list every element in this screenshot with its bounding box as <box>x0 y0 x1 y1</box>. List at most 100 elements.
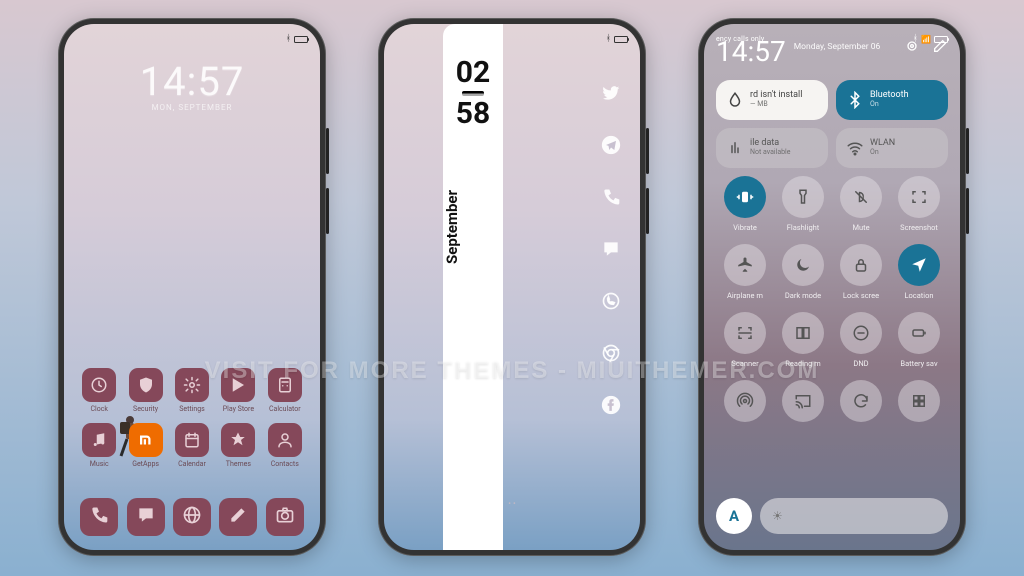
app-themes[interactable]: Themes <box>215 423 261 468</box>
shortcut-phone[interactable] <box>600 188 622 210</box>
dock-browser[interactable] <box>173 498 211 536</box>
calendar-icon <box>175 423 209 457</box>
toggle-subtitle: — MB <box>750 101 802 109</box>
shortcut-twitter[interactable] <box>600 84 622 106</box>
toggle-bluetooth[interactable]: BluetoothOn <box>836 80 948 120</box>
clock-widget: 02 58 <box>443 58 503 129</box>
status-bar: ᚼ <box>396 32 628 46</box>
page-indicator-icon: • • <box>384 499 640 508</box>
app-contacts[interactable]: Contacts <box>262 423 308 468</box>
dock-notes[interactable] <box>219 498 257 536</box>
quick-toggle-label: Lock scree <box>843 291 879 300</box>
quick-toggle-battery[interactable]: Battery sav <box>890 312 948 368</box>
app-label: Clock <box>90 405 107 413</box>
quick-toggle-label: Screenshot <box>900 223 938 232</box>
data-icon <box>726 139 744 157</box>
status-bar: ᚼ <box>76 32 308 46</box>
quick-toggle-screenshot[interactable]: Screenshot <box>890 176 948 232</box>
quick-toggle-airplane[interactable]: Airplane m <box>716 244 774 300</box>
quick-toggle-reading[interactable]: Reading m <box>774 312 832 368</box>
bluetooth-icon <box>846 91 864 109</box>
themes-icon <box>221 423 255 457</box>
dock-messaging[interactable] <box>127 498 165 536</box>
toggle-data[interactable]: ile dataNot available <box>716 128 828 168</box>
quick-toggle-label: Mute <box>852 223 869 232</box>
quick-toggle-lock[interactable]: Lock scree <box>832 244 890 300</box>
quick-toggle-darkmode[interactable]: Dark mode <box>774 244 832 300</box>
quick-toggle-label: Battery sav <box>900 359 937 368</box>
battery-icon <box>898 312 940 354</box>
shield-icon <box>129 368 163 402</box>
auto-brightness-button[interactable]: A <box>716 498 752 534</box>
dock-phone[interactable] <box>80 498 118 536</box>
quick-toggle-sync[interactable] <box>832 380 890 427</box>
edit-icon[interactable] <box>932 38 948 54</box>
brightness-slider[interactable] <box>760 498 948 534</box>
quick-toggle-scanner[interactable]: Scanner <box>716 312 774 368</box>
phone-lockscreen: ᚼ 02 58 September • • <box>378 18 646 556</box>
shortcut-chrome[interactable] <box>600 344 622 366</box>
phone-icon <box>601 187 621 211</box>
darkmode-icon <box>782 244 824 286</box>
app-clock[interactable]: Clock <box>76 368 122 413</box>
calc-icon <box>268 368 302 402</box>
quick-toggle-label: Airplane m <box>727 291 763 300</box>
control-center[interactable]: ency calls only ᚼ 📶 14:57 Monday, Septem… <box>704 24 960 550</box>
app-music[interactable]: Music <box>76 423 122 468</box>
quick-toggle-more[interactable] <box>890 380 948 427</box>
app-label: Music <box>90 460 109 468</box>
shortcut-telegram[interactable] <box>600 136 622 158</box>
app-play-store[interactable]: Play Store <box>215 368 261 413</box>
toggle-drop[interactable]: rd isn't install— MB <box>716 80 828 120</box>
clock-date: MON, SEPTEMBER <box>64 103 320 112</box>
shortcut-messages[interactable] <box>600 240 622 262</box>
quick-toggle-hotspot[interactable] <box>716 380 774 427</box>
shortcut-whatsapp[interactable] <box>600 292 622 314</box>
pencil-icon <box>228 505 248 529</box>
contacts-icon <box>268 423 302 457</box>
brightness-row: A <box>716 498 948 534</box>
location-icon <box>898 244 940 286</box>
settings-shortcut-icon[interactable] <box>904 38 920 54</box>
mute-icon <box>840 176 882 218</box>
quick-toggle-dnd[interactable]: DND <box>832 312 890 368</box>
quick-toggle-label: Reading m <box>785 359 821 368</box>
wifi-icon <box>846 139 864 157</box>
message-icon <box>601 239 621 263</box>
lockscreen[interactable]: ᚼ 02 58 September • • <box>384 24 640 550</box>
lock-icon <box>840 244 882 286</box>
cast-icon <box>782 380 824 422</box>
toggle-wifi[interactable]: WLANOn <box>836 128 948 168</box>
app-grid: Clock Security Settings Play Store Calculato… <box>64 368 320 468</box>
app-label: Calculator <box>269 405 301 413</box>
dock <box>64 498 320 536</box>
lockscreen-shortcuts <box>600 84 622 418</box>
scanner-icon <box>724 312 766 354</box>
quick-toggle-flashlight[interactable]: Flashlight <box>774 176 832 232</box>
shortcut-facebook[interactable] <box>600 396 622 418</box>
app-label: Settings <box>179 405 205 413</box>
toggle-subtitle: On <box>870 101 909 109</box>
app-getapps[interactable]: GetApps <box>122 423 168 468</box>
quick-toggle-mute[interactable]: Mute <box>832 176 890 232</box>
clock-widget[interactable]: 14:57 MON, SEPTEMBER <box>64 58 320 112</box>
app-security[interactable]: Security <box>122 368 168 413</box>
dock-camera[interactable] <box>266 498 304 536</box>
app-label: Calendar <box>178 460 206 468</box>
whatsapp-icon <box>601 291 621 315</box>
camera-icon <box>275 505 295 529</box>
app-label: Contacts <box>271 460 299 468</box>
clock-time: 14:57 <box>716 38 786 66</box>
app-settings[interactable]: Settings <box>169 368 215 413</box>
quick-toggle-vibrate[interactable]: Vibrate <box>716 176 774 232</box>
quick-toggle-label: Flashlight <box>787 223 820 232</box>
quick-toggle-cast[interactable] <box>774 380 832 427</box>
app-calculator[interactable]: Calculator <box>262 368 308 413</box>
drop-icon <box>726 91 744 109</box>
facebook-icon <box>601 395 621 419</box>
app-calendar[interactable]: Calendar <box>169 423 215 468</box>
quick-toggle-location[interactable]: Location <box>890 244 948 300</box>
app-label: GetApps <box>132 460 159 468</box>
gear-icon <box>175 368 209 402</box>
homescreen[interactable]: ᚼ 14:57 MON, SEPTEMBER Clock Security Sett… <box>64 24 320 550</box>
